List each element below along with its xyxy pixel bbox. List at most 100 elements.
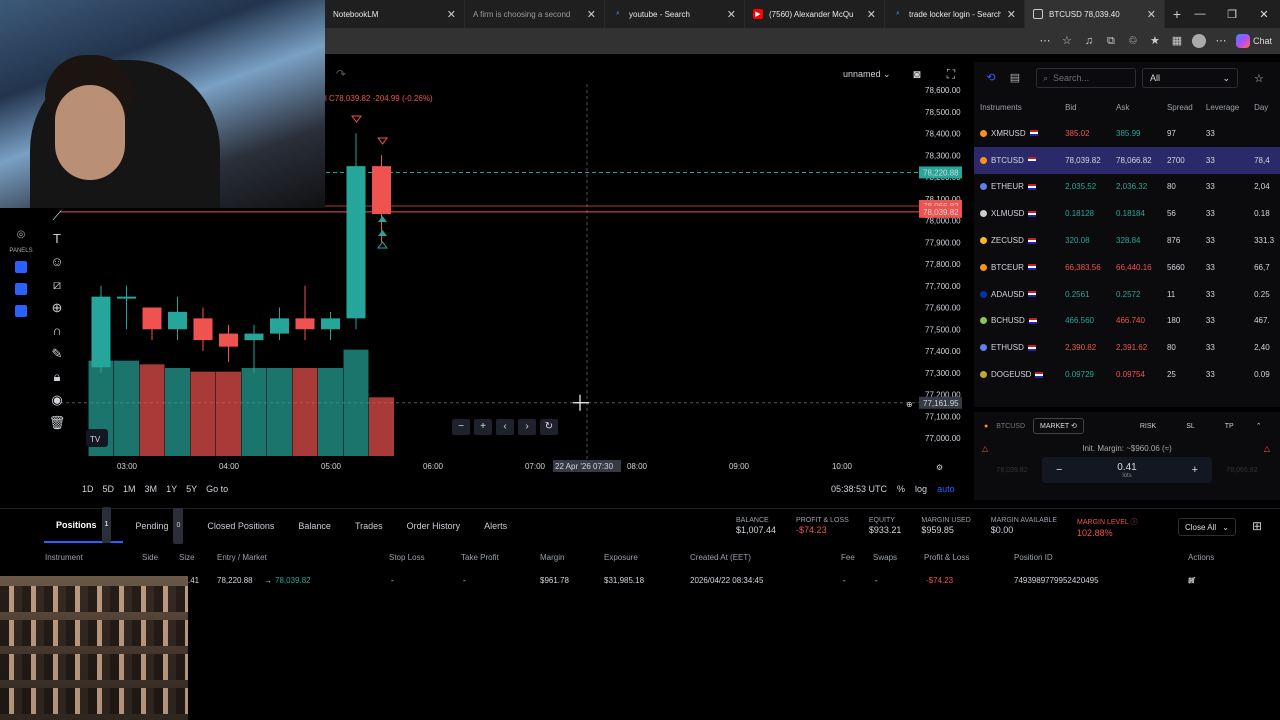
sl-toggle[interactable]: SL xyxy=(1186,423,1195,430)
layers-icon[interactable]: ◎ xyxy=(12,226,30,244)
col-spread[interactable]: Spread xyxy=(1161,94,1200,120)
instrument-ask[interactable]: 2,391.62 xyxy=(1110,334,1161,361)
instrument-bid[interactable]: 2,390.82 xyxy=(1059,334,1110,361)
instrument-bid[interactable]: 385.02 xyxy=(1059,120,1110,147)
layout-name[interactable]: unnamed ⌄ xyxy=(843,69,891,80)
col-instruments[interactable]: Instruments xyxy=(974,94,1059,120)
instrument-filter-select[interactable]: All ⌄ xyxy=(1142,68,1238,88)
extensions-icon[interactable]: ⧉ xyxy=(1104,34,1118,48)
fullscreen-icon[interactable]: ⛶ xyxy=(943,66,959,82)
instrument-bid[interactable]: 66,383.56 xyxy=(1059,254,1110,281)
scroll-right-button[interactable]: › xyxy=(518,419,536,435)
instrument-ask[interactable]: 328.84 xyxy=(1110,227,1161,254)
profile-avatar[interactable] xyxy=(1191,34,1206,48)
sidebar-icon[interactable]: ♲ xyxy=(1126,34,1140,48)
utc-clock[interactable]: 05:38:53 UTC xyxy=(831,484,887,494)
close-icon[interactable]: ✕ xyxy=(1007,8,1016,21)
col-swaps[interactable]: Swaps xyxy=(873,553,897,562)
col-day[interactable]: Day xyxy=(1248,94,1280,120)
instrument-row-ethusd[interactable]: ETHUSD 2,390.82 2,391.62 80 33 2,40 xyxy=(974,334,1280,361)
tab-pending[interactable]: Pending 0 xyxy=(123,508,195,544)
timeframe-5y[interactable]: 5Y xyxy=(186,484,197,494)
col-margin[interactable]: Margin xyxy=(540,553,564,562)
tab-order-history[interactable]: Order History xyxy=(395,509,473,543)
instrument-bid[interactable]: 0.09729 xyxy=(1059,361,1110,388)
star-icon[interactable]: ☆ xyxy=(1060,34,1074,48)
position-stop-loss[interactable]: - xyxy=(391,576,394,585)
decrease-lots-button[interactable]: − xyxy=(1056,464,1062,476)
instrument-bid[interactable]: 78,039.82 xyxy=(1059,146,1110,174)
browser-tab-notebooklm[interactable]: NotebookLM ✕ xyxy=(325,0,465,28)
close-icon[interactable]: ✕ xyxy=(1147,8,1156,21)
col-profit-loss[interactable]: Profit & Loss xyxy=(924,553,969,562)
instrument-ask[interactable]: 0.18184 xyxy=(1110,200,1161,227)
tab-alerts[interactable]: Alerts xyxy=(472,509,519,543)
col-leverage[interactable]: Leverage xyxy=(1200,94,1248,120)
instrument-row-btcusd[interactable]: BTCUSD 78,039.82 78,066.82 2700 33 78,4 xyxy=(974,146,1280,174)
instrument-ask[interactable]: 78,066.82 xyxy=(1110,146,1161,174)
tab-closed-positions[interactable]: Closed Positions xyxy=(195,509,286,543)
instrument-bid[interactable]: 0.18128 xyxy=(1059,200,1110,227)
zoom-in-button[interactable]: + xyxy=(474,419,492,435)
panel-toggle-icon[interactable] xyxy=(15,305,27,317)
instrument-bid[interactable]: 2,035.52 xyxy=(1059,174,1110,201)
text-icon[interactable]: T xyxy=(44,227,70,250)
list-icon[interactable]: ▤ xyxy=(1006,69,1024,87)
col-stop-loss[interactable]: Stop Loss xyxy=(389,553,425,562)
instrument-row-dogeusd[interactable]: DOGEUSD 0.09729 0.09754 25 33 0.09 xyxy=(974,361,1280,388)
increase-lots-button[interactable]: + xyxy=(1192,464,1198,476)
emoji-icon[interactable]: ☺ xyxy=(44,250,70,273)
tp-toggle[interactable]: TP xyxy=(1225,423,1234,430)
tab-positions[interactable]: Positions 1 xyxy=(44,507,124,543)
timeframe-1y[interactable]: 1Y xyxy=(166,484,177,494)
browser-tab-youtube-video[interactable]: ▶ (7560) Alexander McQu ✕ xyxy=(745,0,885,28)
instrument-ask[interactable]: 2,036.32 xyxy=(1110,174,1161,201)
watchlist-icon[interactable]: ⟲ xyxy=(982,69,1000,87)
col-take-profit[interactable]: Take Profit xyxy=(461,553,499,562)
instrument-bid[interactable]: 320.08 xyxy=(1059,227,1110,254)
instrument-row-btceur[interactable]: BTCEUR 66,383.56 66,440.16 5660 33 66,7 xyxy=(974,254,1280,281)
risk-toggle[interactable]: RISK xyxy=(1140,423,1156,430)
scroll-left-button[interactable]: ‹ xyxy=(496,419,514,435)
instrument-ask[interactable]: 0.09754 xyxy=(1110,361,1161,388)
col-created-at[interactable]: Created At (EET) xyxy=(690,553,751,562)
reset-chart-button[interactable]: ↻ xyxy=(540,419,558,435)
col-exposure[interactable]: Exposure xyxy=(604,553,638,562)
instrument-row-zecusd[interactable]: ZECUSD 320.08 328.84 876 33 331.3 xyxy=(974,227,1280,254)
instrument-search-input[interactable]: ⌕ Search... xyxy=(1036,68,1136,88)
maximize-icon[interactable]: ❐ xyxy=(1216,8,1248,21)
col-position-id[interactable]: Position ID xyxy=(1014,553,1053,562)
browser-tab-youtube-search[interactable]: ⌕ youtube - Search ✕ xyxy=(605,0,745,28)
timeframe-5d[interactable]: 5D xyxy=(103,484,115,494)
sell-button[interactable]: 78,039.82 xyxy=(982,467,1042,474)
close-all-button[interactable]: Close All ⌄ xyxy=(1178,518,1236,536)
close-icon[interactable]: ✕ xyxy=(727,8,736,21)
instrument-row-etheur[interactable]: ETHEUR 2,035.52 2,036.32 80 33 2,04 xyxy=(974,174,1280,201)
magnet-icon[interactable]: ∩ xyxy=(44,319,70,342)
tab-balance[interactable]: Balance xyxy=(286,509,343,543)
col-bid[interactable]: Bid xyxy=(1059,94,1110,120)
instrument-bid[interactable]: 466.560 xyxy=(1059,308,1110,335)
minimize-icon[interactable]: — xyxy=(1184,8,1216,20)
col-size[interactable]: Size xyxy=(179,553,195,562)
lock-icon[interactable]: 🔒︎ xyxy=(44,365,70,388)
copilot-chat-button[interactable]: Chat xyxy=(1235,34,1272,48)
redo-icon[interactable]: ↷ xyxy=(333,66,349,82)
timeframe-1d[interactable]: 1D xyxy=(82,484,94,494)
goto-button[interactable]: Go to xyxy=(206,484,228,494)
tab-trades[interactable]: Trades xyxy=(343,509,395,543)
instrument-ask[interactable]: 466.740 xyxy=(1110,308,1161,335)
zoom-out-button[interactable]: − xyxy=(452,419,470,435)
instrument-row-xlmusd[interactable]: XLMUSD 0.18128 0.18184 56 33 0.18 xyxy=(974,200,1280,227)
close-position-icon[interactable]: ⊠ xyxy=(1188,576,1195,585)
browser-tab-tradelocker-search[interactable]: ⌕ trade locker login - Search ✕ xyxy=(885,0,1025,28)
position-take-profit[interactable]: - xyxy=(463,576,466,585)
close-icon[interactable]: ✕ xyxy=(867,8,876,21)
chevron-up-icon[interactable]: ⌃ xyxy=(1256,422,1262,430)
lots-stepper[interactable]: − 0.41 lots + xyxy=(1042,457,1212,483)
pencil-lock-icon[interactable]: ✎ xyxy=(44,342,70,365)
col-ask[interactable]: Ask xyxy=(1110,94,1161,120)
camera-icon[interactable]: ◙ xyxy=(909,66,925,82)
log-toggle[interactable]: log xyxy=(915,484,927,494)
panel-toggle-icon[interactable] xyxy=(15,261,27,273)
